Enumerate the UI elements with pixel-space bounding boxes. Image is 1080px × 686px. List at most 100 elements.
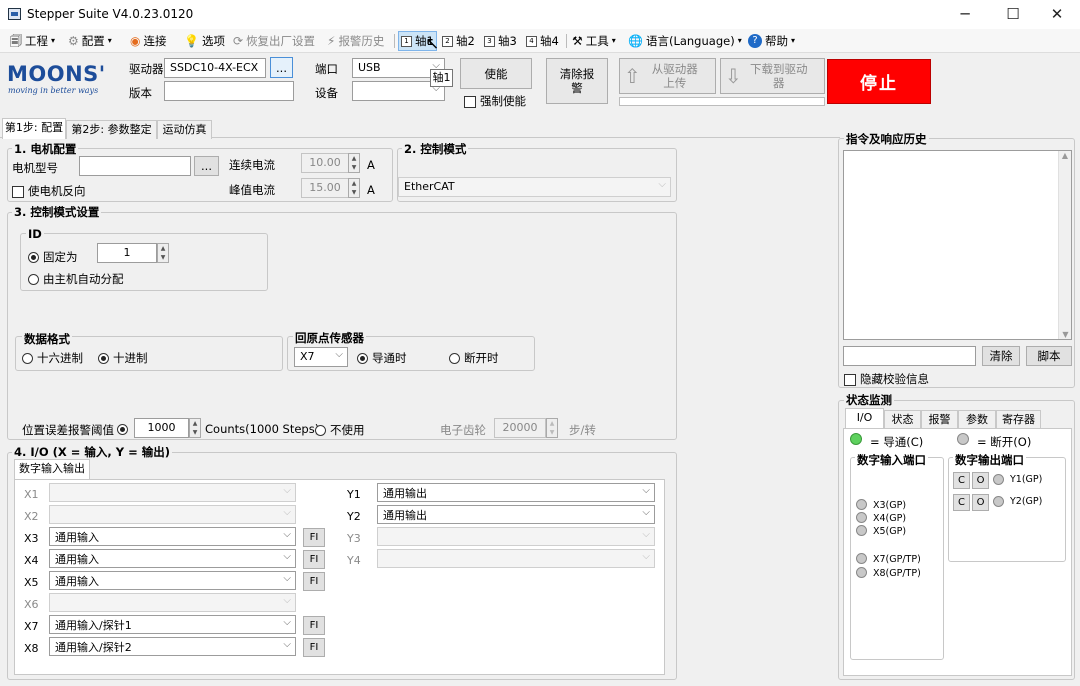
script-button[interactable]: 脚本 bbox=[1026, 346, 1072, 366]
filter-button-x4[interactable]: FI bbox=[303, 550, 325, 569]
progress-bar bbox=[619, 97, 825, 106]
input-function-select-x2[interactable] bbox=[49, 505, 296, 524]
output-function-select-y4[interactable] bbox=[377, 549, 655, 568]
legend-off-text: = 断开(O) bbox=[977, 435, 1032, 449]
history-textarea[interactable] bbox=[843, 150, 1072, 340]
legend-on-text: = 导通(C) bbox=[870, 435, 924, 449]
globe-icon: 🌐 bbox=[628, 34, 643, 48]
input-label-x3: X3 bbox=[24, 532, 39, 545]
input-function-select-x5[interactable]: 通用输入 bbox=[49, 571, 296, 590]
input-led-icon bbox=[856, 567, 867, 578]
hex-radio[interactable]: 十六进制 bbox=[22, 350, 83, 366]
pos-error-disable-radio[interactable]: 不使用 bbox=[315, 422, 365, 438]
menu-tools[interactable]: ⚒ 工具 ▾ bbox=[572, 32, 616, 50]
clear-history-button[interactable]: 清除 bbox=[982, 346, 1020, 366]
menu-alarm-history[interactable]: ⚡ 报警历史 bbox=[327, 32, 384, 50]
pos-error-spinner[interactable]: ▲ ▼ bbox=[189, 418, 201, 438]
id-fixed-spinner[interactable]: ▲ ▼ bbox=[157, 243, 169, 263]
peak-current-spinner[interactable]: ▲ ▼ bbox=[348, 178, 360, 198]
cont-current-spinner[interactable]: ▲ ▼ bbox=[348, 153, 360, 173]
menu-axis4[interactable]: 4 轴4 bbox=[526, 32, 559, 50]
output-function-select-y1[interactable]: 通用输出 bbox=[377, 483, 655, 502]
drive-field[interactable]: SSDC10-4X-ECX bbox=[164, 58, 266, 78]
status-output-label: Y1(GP) bbox=[1010, 474, 1043, 485]
clear-alarm-button[interactable]: 清除报警 bbox=[546, 58, 608, 104]
tab-step1-config[interactable]: 第1步: 配置 bbox=[2, 118, 66, 139]
control-mode-select[interactable]: EtherCAT bbox=[398, 177, 671, 197]
status-input-label: X8(GP/TP) bbox=[873, 568, 921, 579]
filter-button-x7[interactable]: FI bbox=[303, 616, 325, 635]
stop-button[interactable]: 停止 bbox=[827, 59, 931, 104]
enable-button[interactable]: 使能 bbox=[460, 58, 532, 89]
status-tab-0[interactable]: I/O bbox=[845, 408, 884, 429]
motor-model-label: 电机型号 bbox=[12, 161, 58, 175]
download-to-drive-button[interactable]: ⇩ 下载到驱动器 bbox=[720, 58, 825, 94]
axis3-icon: 3 bbox=[484, 35, 495, 47]
drive-browse-button[interactable]: ... bbox=[270, 57, 293, 78]
pos-error-field[interactable]: 1000 bbox=[134, 418, 189, 438]
menu-project[interactable]: 🗐 工程 ▾ bbox=[10, 32, 55, 50]
status-tab-4[interactable]: 寄存器 bbox=[996, 410, 1041, 429]
output-close-button[interactable]: C bbox=[953, 494, 970, 511]
output-close-button[interactable]: C bbox=[953, 472, 970, 489]
status-input-label: X4(GP) bbox=[873, 513, 907, 524]
home-open-radio[interactable]: 断开时 bbox=[449, 350, 499, 366]
brand-tagline: moving in better ways bbox=[8, 86, 99, 95]
id-fixed-field[interactable]: 1 bbox=[97, 243, 157, 263]
maximize-button[interactable]: ☐ bbox=[990, 0, 1036, 29]
input-function-select-x4[interactable]: 通用输入 bbox=[49, 549, 296, 568]
tab-step2-tuning[interactable]: 第2步: 参数整定 bbox=[66, 120, 157, 139]
tab-digital-io[interactable]: 数字输入输出 bbox=[14, 459, 90, 480]
input-led-icon bbox=[856, 553, 867, 564]
input-function-select-x3[interactable]: 通用输入 bbox=[49, 527, 296, 546]
force-enable-checkbox[interactable]: 强制使能 bbox=[464, 93, 526, 109]
input-function-select-x6[interactable] bbox=[49, 593, 296, 612]
e-gear-spinner[interactable]: ▲ ▼ bbox=[546, 418, 558, 438]
menu-axis2[interactable]: 2 轴2 bbox=[442, 32, 475, 50]
e-gear-field[interactable]: 20000 bbox=[494, 418, 546, 438]
pos-error-enable-radio[interactable] bbox=[117, 422, 132, 435]
id-auto-radio[interactable]: 由主机自动分配 bbox=[28, 271, 124, 287]
menu-config[interactable]: ⚙ 配置 ▾ bbox=[68, 32, 112, 50]
menu-restore-factory[interactable]: ⟳ 恢复出厂设置 bbox=[233, 32, 315, 50]
dec-radio[interactable]: 十进制 bbox=[98, 350, 148, 366]
status-tab-3[interactable]: 参数 bbox=[958, 410, 996, 429]
minimize-button[interactable]: ─ bbox=[942, 0, 988, 29]
menu-axis3[interactable]: 3 轴3 bbox=[484, 32, 517, 50]
peak-current-label: 峰值电流 bbox=[229, 183, 275, 197]
menu-connect[interactable]: ◉ 连接 bbox=[130, 32, 166, 50]
status-tab-2[interactable]: 报警 bbox=[921, 410, 958, 429]
cont-current-field[interactable]: 10.00 bbox=[301, 153, 349, 173]
input-function-select-x1[interactable] bbox=[49, 483, 296, 502]
hide-checksum-checkbox[interactable]: 隐藏校验信息 bbox=[844, 371, 929, 387]
menu-options[interactable]: 💡 选项 bbox=[184, 32, 225, 50]
close-button[interactable]: ✕ bbox=[1034, 0, 1080, 29]
id-fixed-radio[interactable]: 固定为 bbox=[28, 249, 78, 265]
command-input[interactable] bbox=[843, 346, 976, 366]
filter-button-x5[interactable]: FI bbox=[303, 572, 325, 591]
history-scrollbar[interactable]: ▲ ▼ bbox=[1058, 151, 1071, 339]
version-field[interactable] bbox=[164, 81, 294, 101]
output-open-button[interactable]: O bbox=[972, 494, 989, 511]
tab-motion-sim[interactable]: 运动仿真 bbox=[157, 120, 212, 139]
upload-from-drive-button[interactable]: ⇧ 从驱动器上传 bbox=[619, 58, 716, 94]
output-function-select-y2[interactable]: 通用输出 bbox=[377, 505, 655, 524]
status-title: 状态监测 bbox=[844, 392, 894, 408]
motor-model-field[interactable] bbox=[79, 156, 191, 176]
motor-browse-button[interactable]: ... bbox=[194, 156, 219, 176]
menu-help[interactable]: ? 帮助 ▾ bbox=[748, 32, 795, 50]
home-closed-radio[interactable]: 导通时 bbox=[357, 350, 407, 366]
filter-button-x3[interactable]: FI bbox=[303, 528, 325, 547]
filter-button-x8[interactable]: FI bbox=[303, 638, 325, 657]
output-open-button[interactable]: O bbox=[972, 472, 989, 489]
home-sensor-select[interactable]: X7 bbox=[294, 347, 348, 367]
output-function-select-y3[interactable] bbox=[377, 527, 655, 546]
input-function-select-x7[interactable]: 通用输入/探针1 bbox=[49, 615, 296, 634]
led-off-legend-icon bbox=[957, 433, 969, 445]
peak-current-field[interactable]: 15.00 bbox=[301, 178, 349, 198]
reverse-motor-checkbox[interactable]: 使电机反向 bbox=[12, 183, 86, 199]
status-tab-1[interactable]: 状态 bbox=[884, 410, 921, 429]
status-output-label: Y2(GP) bbox=[1010, 496, 1043, 507]
menu-language[interactable]: 🌐 语言(Language) ▾ bbox=[628, 32, 742, 50]
input-function-select-x8[interactable]: 通用输入/探针2 bbox=[49, 637, 296, 656]
